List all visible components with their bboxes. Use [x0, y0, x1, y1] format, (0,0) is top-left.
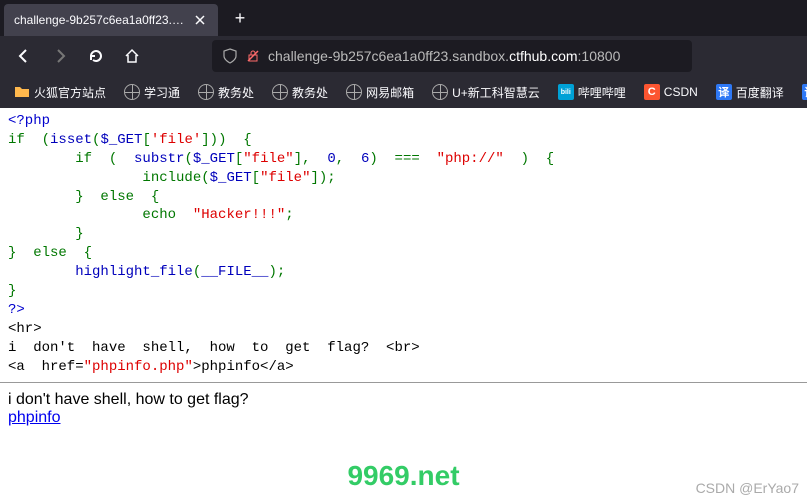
- bookmark-label: CSDN: [664, 85, 698, 99]
- bookmark-item[interactable]: bili哔哩哔哩: [552, 82, 632, 103]
- bookmark-label: 百度翻译: [736, 84, 784, 101]
- url-bar[interactable]: challenge-9b257c6ea1a0ff23.sandbox.ctfhu…: [212, 40, 692, 72]
- bookmarks-bar: 火狐官方站点 学习通 教务处 教务处 网易邮箱 U+新工科智慧云 bili哔哩哔哩 C CSDN…: [0, 76, 807, 108]
- globe-icon: [124, 84, 140, 100]
- bookmark-item[interactable]: 译百度: [796, 82, 807, 103]
- watermark-9969: 9969.net: [347, 460, 459, 492]
- bili-icon: bili: [558, 84, 574, 100]
- bookmark-item[interactable]: 教务处: [266, 82, 334, 103]
- baidu-icon: 译: [716, 84, 732, 100]
- new-tab-button[interactable]: +: [226, 4, 254, 32]
- divider: [0, 382, 807, 383]
- bookmark-label: 学习通: [144, 84, 180, 101]
- message-text: i don't have shell, how to get flag?: [8, 391, 799, 409]
- globe-icon: [346, 84, 362, 100]
- bookmark-item[interactable]: 火狐官方站点: [8, 82, 112, 103]
- bookmark-item[interactable]: 网易邮箱: [340, 82, 420, 103]
- bookmark-label: 教务处: [218, 84, 254, 101]
- bookmark-item[interactable]: 译百度翻译: [710, 82, 790, 103]
- home-button[interactable]: [116, 40, 148, 72]
- bookmark-label: 哔哩哔哩: [578, 84, 626, 101]
- nav-bar: challenge-9b257c6ea1a0ff23.sandbox.ctfhu…: [0, 36, 807, 76]
- globe-icon: [432, 84, 448, 100]
- globe-icon: [198, 84, 214, 100]
- url-text: challenge-9b257c6ea1a0ff23.sandbox.ctfhu…: [268, 48, 620, 64]
- shield-icon: [222, 48, 238, 64]
- bookmark-label: 火狐官方站点: [34, 84, 106, 101]
- bookmark-item[interactable]: 学习通: [118, 82, 186, 103]
- reload-button[interactable]: [80, 40, 112, 72]
- csdn-icon: C: [644, 84, 660, 100]
- baidu-icon: 译: [802, 84, 807, 100]
- php-close-tag: ?>: [8, 302, 25, 318]
- phpinfo-link[interactable]: phpinfo: [8, 409, 61, 426]
- back-button[interactable]: [8, 40, 40, 72]
- lock-icon: [246, 49, 260, 63]
- watermark-csdn: CSDN @ErYao7: [696, 480, 799, 496]
- bookmark-item[interactable]: U+新工科智慧云: [426, 82, 546, 103]
- tab-title: challenge-9b257c6ea1a0ff23.san: [14, 13, 184, 27]
- bookmark-label: U+新工科智慧云: [452, 84, 540, 101]
- bookmark-label: 网易邮箱: [366, 84, 414, 101]
- php-open-tag: <?php: [8, 113, 50, 129]
- folder-icon: [14, 84, 30, 100]
- tab-bar: challenge-9b257c6ea1a0ff23.san +: [0, 0, 807, 36]
- globe-icon: [272, 84, 288, 100]
- page-content: <?php if (isset($_GET['file'])) { if ( s…: [0, 108, 807, 380]
- tab-close-icon[interactable]: [192, 12, 208, 28]
- bookmark-label: 教务处: [292, 84, 328, 101]
- bookmark-item[interactable]: 教务处: [192, 82, 260, 103]
- bookmark-item[interactable]: C CSDN: [638, 82, 704, 102]
- forward-button[interactable]: [44, 40, 76, 72]
- browser-tab[interactable]: challenge-9b257c6ea1a0ff23.san: [4, 4, 218, 36]
- plain-output: i don't have shell, how to get flag? php…: [0, 385, 807, 427]
